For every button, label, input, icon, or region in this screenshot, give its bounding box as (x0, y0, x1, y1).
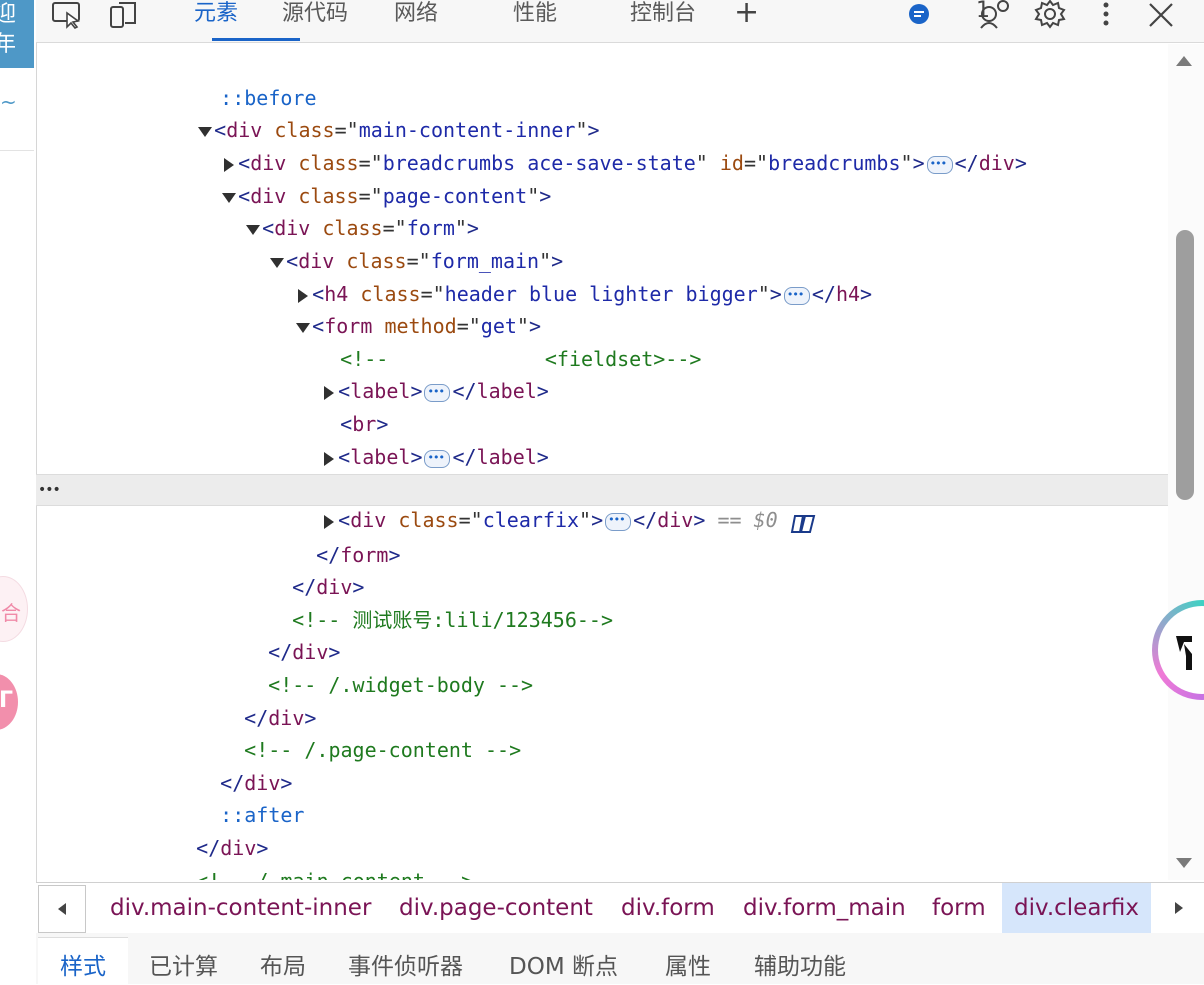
dom-tree: ::before <div class="main-content-inner"… (36, 44, 1168, 880)
tree-row[interactable]: <!-- 测试账号:lili/123456--> (36, 572, 1168, 632)
page-text-fragment: 迎 (0, 0, 34, 30)
tab-network[interactable]: 网络 (394, 0, 438, 40)
scroll-down-arrow-icon[interactable] (1176, 858, 1192, 868)
divider (0, 150, 34, 151)
tree-row[interactable]: </div> (36, 539, 1168, 599)
tab-accessibility[interactable]: 辅助功能 (754, 947, 846, 981)
add-tab-button[interactable]: + (734, 0, 759, 40)
breadcrumb-item-active[interactable]: div.clearfix (1002, 883, 1151, 933)
breadcrumb-item[interactable]: div.main-content-inner (98, 883, 383, 933)
tree-row[interactable]: </div> (36, 735, 1168, 795)
tree-row[interactable]: <!-- /.widget-body --> (36, 637, 1168, 697)
tree-row[interactable]: <!-- <fieldset>--> (36, 311, 1168, 371)
styles-pane-tabs: 样式 已计算 布局 事件侦听器 DOM 断点 属性 辅助功能 (36, 933, 1204, 985)
assistant-icon-inner (1158, 606, 1204, 694)
more-icon[interactable] (1094, 0, 1118, 30)
breadcrumb-item[interactable]: div.page-content (387, 883, 605, 933)
tab-event-listeners[interactable]: 事件侦听器 (348, 947, 463, 981)
tab-dom-breakpoints[interactable]: DOM 断点 (509, 947, 618, 981)
breadcrumb-item[interactable]: form (920, 883, 998, 933)
tree-row[interactable]: <!-- /.main-content --> (36, 833, 1168, 880)
tree-row-selected[interactable]: •••<div class="clearfix"></div> == $0 (36, 474, 1168, 535)
issues-icon[interactable] (906, 0, 932, 30)
tab-styles[interactable]: 样式 (60, 947, 106, 981)
tree-row[interactable]: </div> (36, 670, 1168, 730)
underlying-page-edge: 迎 年 ~ 合 Г (0, 0, 37, 984)
tree-row[interactable]: <div class="breadcrumbs ace-save-state" … (36, 115, 1168, 180)
tab-properties[interactable]: 属性 (665, 947, 711, 981)
tree-row[interactable]: <div class="form_main"> (36, 213, 1168, 273)
page-header-fragment: 迎 年 (0, 0, 34, 68)
page-text-fragment: 年 (0, 30, 34, 60)
tab-performance[interactable]: 性能 (513, 0, 557, 40)
breadcrumb-scroll-right-icon[interactable] (1156, 885, 1202, 931)
tree-row[interactable]: <div class="footer"></div> (36, 866, 1168, 880)
tree-row[interactable]: <div class="page-content"> (36, 148, 1168, 208)
tab-computed[interactable]: 已计算 (149, 947, 218, 981)
tree-row[interactable]: <div class="space"></div> (36, 441, 1168, 501)
widget-glyph: Г (0, 688, 13, 713)
scrollbar-thumb[interactable] (1176, 230, 1194, 500)
row-menu-icon[interactable]: ••• (38, 475, 61, 505)
devtools-toolbar: 元素 源代码 网络 性能 控制台 + 1 (36, 0, 1204, 43)
tab-sources[interactable]: 源代码 (282, 0, 348, 40)
tree-row[interactable]: <h4 class="header blue lighter bigger"><… (36, 246, 1168, 311)
performance-insights-icon[interactable] (976, 0, 1012, 30)
scroll-up-arrow-icon[interactable] (1176, 56, 1192, 66)
tree-row[interactable]: </div> (36, 800, 1168, 860)
inspect-element-icon[interactable] (50, 0, 84, 30)
settings-icon[interactable] (1032, 0, 1068, 30)
widget-glyph: 合 (1, 601, 21, 625)
tree-row[interactable]: <br> (36, 376, 1168, 436)
tab-elements[interactable]: 元素 (194, 0, 238, 40)
tree-row[interactable]: ::before (36, 50, 1168, 110)
breadcrumb-item[interactable]: div.form_main (731, 883, 918, 933)
floating-avatar-icon[interactable]: Г (0, 674, 18, 730)
tree-scrollbar[interactable] (1168, 44, 1204, 880)
breadcrumb-scroll-left-icon[interactable] (38, 885, 86, 933)
tree-row[interactable]: <label></label> (36, 409, 1168, 474)
tree-row[interactable]: ::after (36, 767, 1168, 827)
tree-row[interactable]: <!-- /.page-content --> (36, 702, 1168, 762)
tree-row[interactable]: <form method="get"> (36, 278, 1168, 338)
page-tilde-fragment: ~ (0, 90, 17, 114)
device-toolbar-icon[interactable] (106, 0, 140, 30)
tree-row[interactable]: <div class="main-content-inner"> (36, 82, 1168, 142)
tree-row[interactable]: </form> (36, 507, 1168, 567)
tab-console[interactable]: 控制台 (630, 0, 696, 40)
tree-row[interactable]: </div> (36, 604, 1168, 664)
tab-layout[interactable]: 布局 (260, 947, 306, 981)
breadcrumb-item[interactable]: div.form (609, 883, 727, 933)
floating-widget-icon[interactable]: 合 (0, 576, 28, 642)
close-icon[interactable] (1146, 0, 1176, 30)
tree-row[interactable]: <div class="form"> (36, 180, 1168, 240)
tree-row[interactable]: <label></label> (36, 343, 1168, 408)
breadcrumb: div.main-content-inner div.page-content … (36, 882, 1204, 934)
